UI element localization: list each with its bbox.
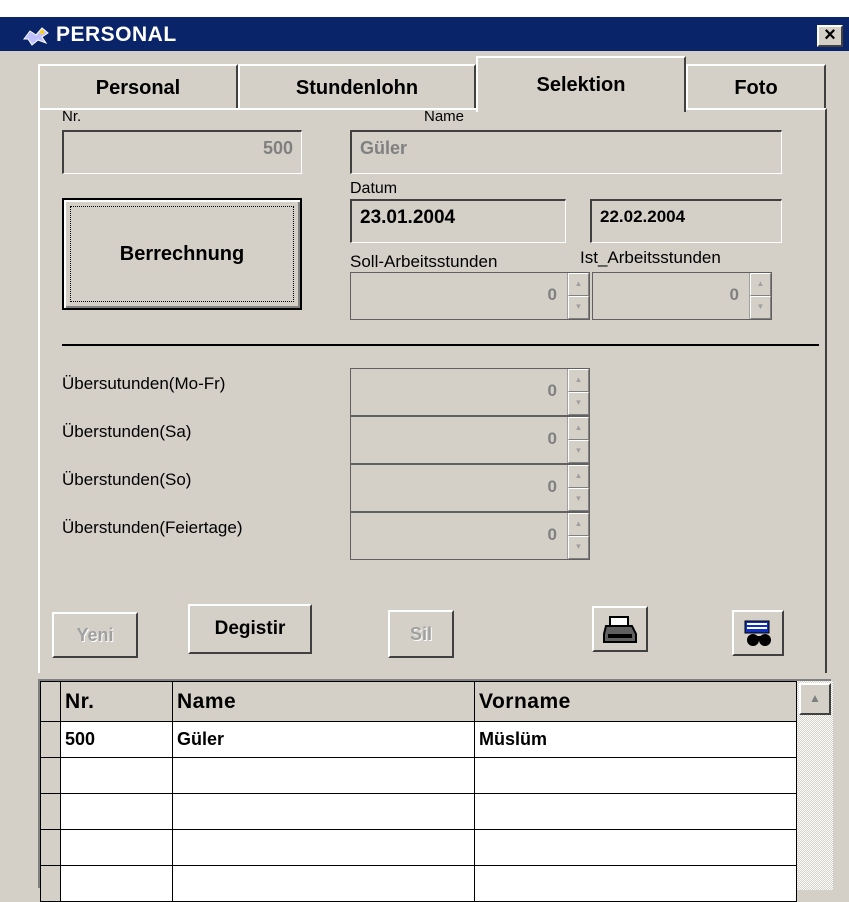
table-row[interactable]: [40, 793, 797, 830]
nr-field[interactable]: 500: [62, 130, 302, 174]
row-indicator[interactable]: [40, 757, 61, 794]
divider: [62, 344, 819, 346]
overtime-so-label: Überstunden(So): [62, 470, 192, 489]
row-indicator: [40, 681, 61, 722]
tab-selektion[interactable]: Selektion: [476, 56, 686, 112]
name-label: Name: [424, 108, 465, 125]
spin-buttons: ▲ ▼: [567, 417, 589, 463]
spin-buttons: ▲ ▼: [749, 273, 771, 319]
overtime-mofr-spinbox[interactable]: 0 ▲ ▼: [350, 368, 590, 416]
grid-table: Nr. Name Vorname 500 Güler Müslüm: [40, 681, 797, 902]
spin-buttons: ▲ ▼: [567, 273, 589, 319]
spin-up-button[interactable]: ▲: [568, 417, 589, 440]
printer-icon: [603, 616, 637, 643]
cell-nr[interactable]: [60, 865, 173, 902]
soll-spinbox[interactable]: 0 ▲ ▼: [350, 272, 590, 320]
nr-label: Nr.: [62, 108, 82, 125]
date-from-field[interactable]: 23.01.2004: [350, 199, 566, 243]
cell-nr[interactable]: [60, 829, 173, 866]
table-row[interactable]: [40, 757, 797, 794]
focus-rectangle: [70, 206, 294, 302]
spin-up-button[interactable]: ▲: [568, 513, 589, 536]
sil-button[interactable]: Sil: [388, 610, 454, 658]
row-indicator[interactable]: [40, 829, 61, 866]
spin-buttons: ▲ ▼: [567, 369, 589, 415]
ist-value: 0: [729, 285, 739, 304]
app-icon: [23, 27, 49, 46]
overtime-sa-label: Überstunden(Sa): [62, 422, 192, 441]
table-row[interactable]: [40, 829, 797, 866]
col-header-vorname[interactable]: Vorname: [474, 681, 797, 722]
col-header-name[interactable]: Name: [172, 681, 475, 722]
overtime-so-spinbox[interactable]: 0 ▲ ▼: [350, 464, 590, 512]
spin-up-button[interactable]: ▲: [568, 273, 589, 296]
search-button[interactable]: [732, 610, 784, 656]
overtime-sa-value: 0: [547, 429, 557, 448]
date-to-field[interactable]: 22.02.2004: [590, 199, 782, 243]
spin-down-button[interactable]: ▼: [750, 296, 771, 319]
soll-value: 0: [547, 285, 557, 304]
row-indicator[interactable]: [40, 793, 61, 830]
print-button[interactable]: [592, 606, 648, 652]
cell-name[interactable]: [172, 757, 475, 794]
overtime-mofr-label: Übersutunden(Mo-Fr): [62, 374, 226, 393]
spin-up-button[interactable]: ▲: [750, 273, 771, 296]
table-row[interactable]: [40, 865, 797, 902]
name-field[interactable]: Güler: [350, 130, 782, 174]
overtime-feiertage-label: Überstunden(Feiertage): [62, 518, 243, 537]
cell-vorname[interactable]: [474, 829, 797, 866]
window-title: PERSONAL: [56, 23, 177, 46]
berechnung-button[interactable]: Berrechnung: [62, 198, 302, 310]
ist-label: Ist_Arbeitsstunden: [580, 248, 721, 267]
spin-down-button[interactable]: ▼: [568, 392, 589, 415]
cell-name[interactable]: Güler: [172, 721, 475, 758]
cell-nr[interactable]: [60, 757, 173, 794]
datum-label: Datum: [350, 180, 398, 197]
spin-down-button[interactable]: ▼: [568, 536, 589, 559]
spin-up-button[interactable]: ▲: [568, 465, 589, 488]
binoculars-icon: [744, 620, 771, 646]
cell-name[interactable]: [172, 829, 475, 866]
table-row[interactable]: 500 Güler Müslüm: [40, 721, 797, 758]
overtime-so-value: 0: [547, 477, 557, 496]
cell-vorname[interactable]: [474, 865, 797, 902]
row-indicator[interactable]: [40, 721, 61, 758]
ist-spinbox[interactable]: 0 ▲ ▼: [592, 272, 772, 320]
cell-vorname[interactable]: [474, 757, 797, 794]
cell-nr[interactable]: [60, 793, 173, 830]
vertical-scrollbar[interactable]: ▲: [797, 681, 833, 890]
cell-name[interactable]: [172, 793, 475, 830]
spin-buttons: ▲ ▼: [567, 513, 589, 559]
spin-buttons: ▲ ▼: [567, 465, 589, 511]
cell-vorname[interactable]: [474, 793, 797, 830]
cell-name[interactable]: [172, 865, 475, 902]
spin-down-button[interactable]: ▼: [568, 440, 589, 463]
spin-up-button[interactable]: ▲: [568, 369, 589, 392]
tab-foto[interactable]: Foto: [686, 64, 826, 110]
degistir-button[interactable]: Degistir: [188, 604, 312, 654]
tab-personal[interactable]: Personal: [38, 64, 238, 110]
title-bar[interactable]: PERSONAL ×: [0, 17, 849, 51]
screen-top-strip: [0, 0, 849, 17]
spin-down-button[interactable]: ▼: [568, 296, 589, 319]
scroll-up-button[interactable]: ▲: [799, 683, 831, 715]
cell-nr[interactable]: 500: [60, 721, 173, 758]
row-indicator[interactable]: [40, 865, 61, 902]
cell-vorname[interactable]: Müslüm: [474, 721, 797, 758]
data-grid[interactable]: Nr. Name Vorname 500 Güler Müslüm ▲: [38, 679, 833, 902]
overtime-feiertage-value: 0: [547, 525, 557, 544]
yeni-button[interactable]: Yeni: [52, 612, 138, 658]
overtime-feiertage-spinbox[interactable]: 0 ▲ ▼: [350, 512, 590, 560]
close-button[interactable]: ×: [817, 25, 843, 47]
overtime-mofr-value: 0: [547, 381, 557, 400]
spin-down-button[interactable]: ▼: [568, 488, 589, 511]
col-header-nr[interactable]: Nr.: [60, 681, 173, 722]
grid-header-row: Nr. Name Vorname: [40, 681, 797, 722]
soll-label: Soll-Arbeitsstunden: [350, 252, 498, 271]
overtime-sa-spinbox[interactable]: 0 ▲ ▼: [350, 416, 590, 464]
tab-stundenlohn[interactable]: Stundenlohn: [238, 64, 476, 110]
